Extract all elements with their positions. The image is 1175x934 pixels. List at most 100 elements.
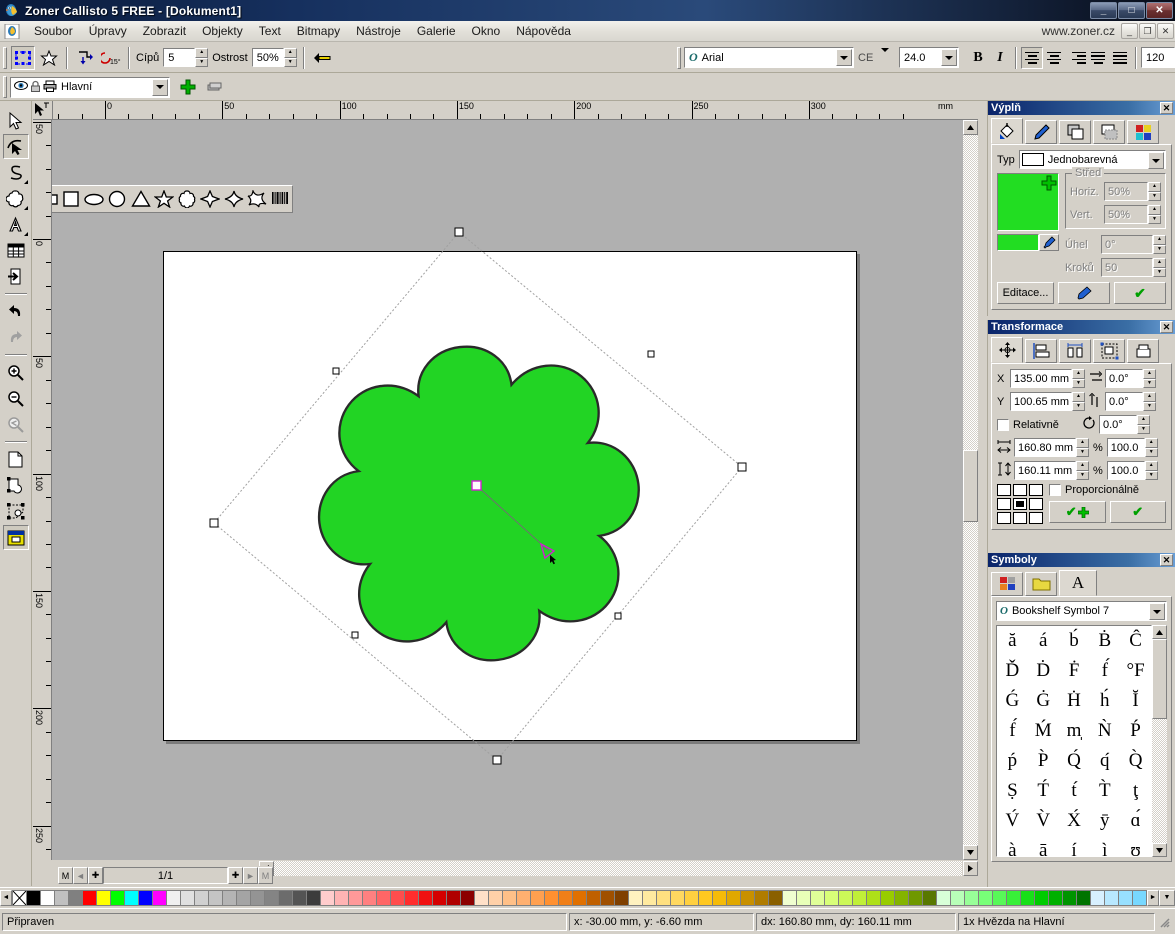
symbol-cell[interactable]: ā — [1028, 836, 1059, 856]
symbol-cell[interactable]: ɑ́ — [1120, 806, 1151, 836]
sparkle-tool[interactable] — [222, 187, 245, 211]
skew-h-spinner[interactable]: ▲ ▼ — [1143, 369, 1156, 388]
color-swatch[interactable] — [1048, 889, 1063, 906]
color-swatch[interactable] — [40, 889, 55, 906]
vertical-scrollbar[interactable] — [963, 120, 978, 860]
barcode-tool[interactable] — [269, 187, 292, 211]
symbol-scroll-thumb[interactable] — [1152, 639, 1167, 719]
symbol-cell[interactable]: h́ — [1089, 686, 1120, 716]
sharpness-spin-down[interactable]: ▼ — [283, 57, 297, 67]
color-swatch[interactable] — [180, 889, 195, 906]
x-spinner[interactable]: ▲ ▼ — [1072, 369, 1085, 388]
color-swatch[interactable] — [684, 889, 699, 906]
width-pct-input[interactable]: 100.0 — [1106, 438, 1145, 457]
fill-color-preview[interactable] — [997, 173, 1059, 231]
menu-text[interactable]: Text — [251, 22, 289, 40]
skew-v-spinner[interactable]: ▲ ▼ — [1143, 392, 1156, 411]
maximize-button[interactable]: □ — [1118, 2, 1145, 19]
star5-tool[interactable] — [152, 187, 175, 211]
points-spin-down[interactable]: ▼ — [195, 57, 209, 67]
x-input[interactable]: 135.00 mm — [1010, 369, 1072, 388]
width-input[interactable]: 160.80 mm — [1014, 438, 1076, 457]
menu-bitmapy[interactable]: Bitmapy — [289, 22, 348, 40]
star-clover-shape[interactable] — [300, 328, 657, 680]
layer-toolbar-grip[interactable] — [3, 76, 7, 98]
color-swatch[interactable] — [740, 889, 755, 906]
triangle-tool[interactable] — [129, 187, 152, 211]
snap-to-grid-button[interactable] — [73, 45, 97, 70]
horizontal-scroll-track[interactable] — [274, 861, 962, 876]
sharpness-stepper[interactable]: 50% ▲ ▼ — [251, 48, 297, 67]
anchor-point-grid[interactable] — [997, 484, 1043, 524]
fill-type-dropdown-arrow[interactable] — [1148, 152, 1164, 169]
color-swatch[interactable] — [936, 889, 951, 906]
no-color-swatch[interactable] — [12, 889, 27, 906]
color-swatch[interactable] — [208, 889, 223, 906]
diamond4-tool[interactable] — [199, 187, 222, 211]
color-swatch[interactable] — [1118, 889, 1133, 906]
symbol-scrollbar[interactable] — [1152, 625, 1167, 857]
symbol-cell[interactable]: ȳ — [1089, 806, 1120, 836]
menu-zobrazit[interactable]: Zobrazit — [135, 22, 194, 40]
color-swatch[interactable] — [894, 889, 909, 906]
color-swatch[interactable] — [1020, 889, 1035, 906]
color-swatch[interactable] — [558, 889, 573, 906]
symbol-cell[interactable]: T̀ — [1089, 776, 1120, 806]
color-swatch[interactable] — [502, 889, 517, 906]
duplicate-tab[interactable] — [1127, 339, 1159, 363]
tool-zoom-in[interactable] — [2, 360, 29, 385]
symbol-cell[interactable]: á — [1028, 626, 1059, 656]
symbol-cell[interactable]: V́ — [997, 806, 1028, 836]
scroll-up-button[interactable] — [963, 120, 978, 135]
prev-page-button[interactable]: ◄ — [73, 867, 88, 884]
points-spin-up[interactable]: ▲ — [195, 48, 209, 58]
symbol-cell[interactable]: q́ — [1089, 746, 1120, 776]
palette-swatches[interactable] — [26, 889, 1147, 906]
color-swatch[interactable] — [1034, 889, 1049, 906]
symbol-cell[interactable]: Ǹ — [1089, 716, 1120, 746]
mdi-restore-button[interactable]: ❐ — [1139, 23, 1156, 39]
fill-panel-titlebar[interactable]: Výplň ✕ — [988, 101, 1175, 115]
height-spinner[interactable]: ▲ ▼ — [1076, 461, 1089, 480]
handle-bottom-right[interactable] — [614, 612, 622, 620]
symbol-cell[interactable]: ţ — [1120, 776, 1151, 806]
fill-panel-close-button[interactable]: ✕ — [1160, 102, 1173, 114]
color-swatch[interactable] — [334, 889, 349, 906]
palette-tab[interactable] — [991, 572, 1023, 596]
sharpness-spin-buttons[interactable]: ▲ ▼ — [283, 48, 297, 67]
palette-scroll-left[interactable]: ◄ — [0, 889, 12, 906]
relative-checkbox[interactable] — [997, 418, 1009, 431]
color-swatch[interactable] — [726, 889, 741, 906]
color-swatch[interactable] — [544, 889, 559, 906]
color-palette[interactable]: ◄ ► ▼ — [0, 887, 1175, 907]
symbol-cell[interactable]: f́ — [997, 716, 1028, 746]
color-swatch[interactable] — [54, 889, 69, 906]
color-swatch[interactable] — [838, 889, 853, 906]
handle-top[interactable] — [454, 227, 464, 237]
color-swatch[interactable] — [82, 889, 97, 906]
handle-left[interactable] — [209, 518, 219, 528]
vertical-scroll-thumb[interactable] — [963, 450, 978, 522]
insert-page-before-button[interactable]: ✚ — [88, 867, 103, 884]
symbol-cell[interactable]: Ṣ — [997, 776, 1028, 806]
color-swatch[interactable] — [474, 889, 489, 906]
shadow-tab[interactable] — [1093, 120, 1125, 144]
color-swatch[interactable] — [572, 889, 587, 906]
symbol-cell[interactable]: m̩ — [1059, 716, 1090, 746]
star-shape-button[interactable] — [37, 45, 61, 70]
color-swatch[interactable] — [712, 889, 727, 906]
lock-icon[interactable] — [30, 80, 41, 95]
zoner-url-label[interactable]: www.zoner.cz — [1042, 24, 1115, 38]
color-swatch[interactable] — [810, 889, 825, 906]
menu-soubor[interactable]: Soubor — [26, 22, 81, 40]
first-page-button[interactable]: M — [58, 867, 73, 884]
tool-undo[interactable] — [2, 299, 29, 324]
color-swatch[interactable] — [824, 889, 839, 906]
symbol-cell[interactable]: ʊ — [1120, 836, 1151, 856]
color-swatch[interactable] — [110, 889, 125, 906]
symbol-cell[interactable]: í — [1059, 836, 1090, 856]
layer-combo[interactable]: Hlavní — [10, 76, 170, 98]
handle-right[interactable] — [737, 462, 747, 472]
color-swatch[interactable] — [922, 889, 937, 906]
symbol-cell[interactable]: Ḣ — [1059, 686, 1090, 716]
